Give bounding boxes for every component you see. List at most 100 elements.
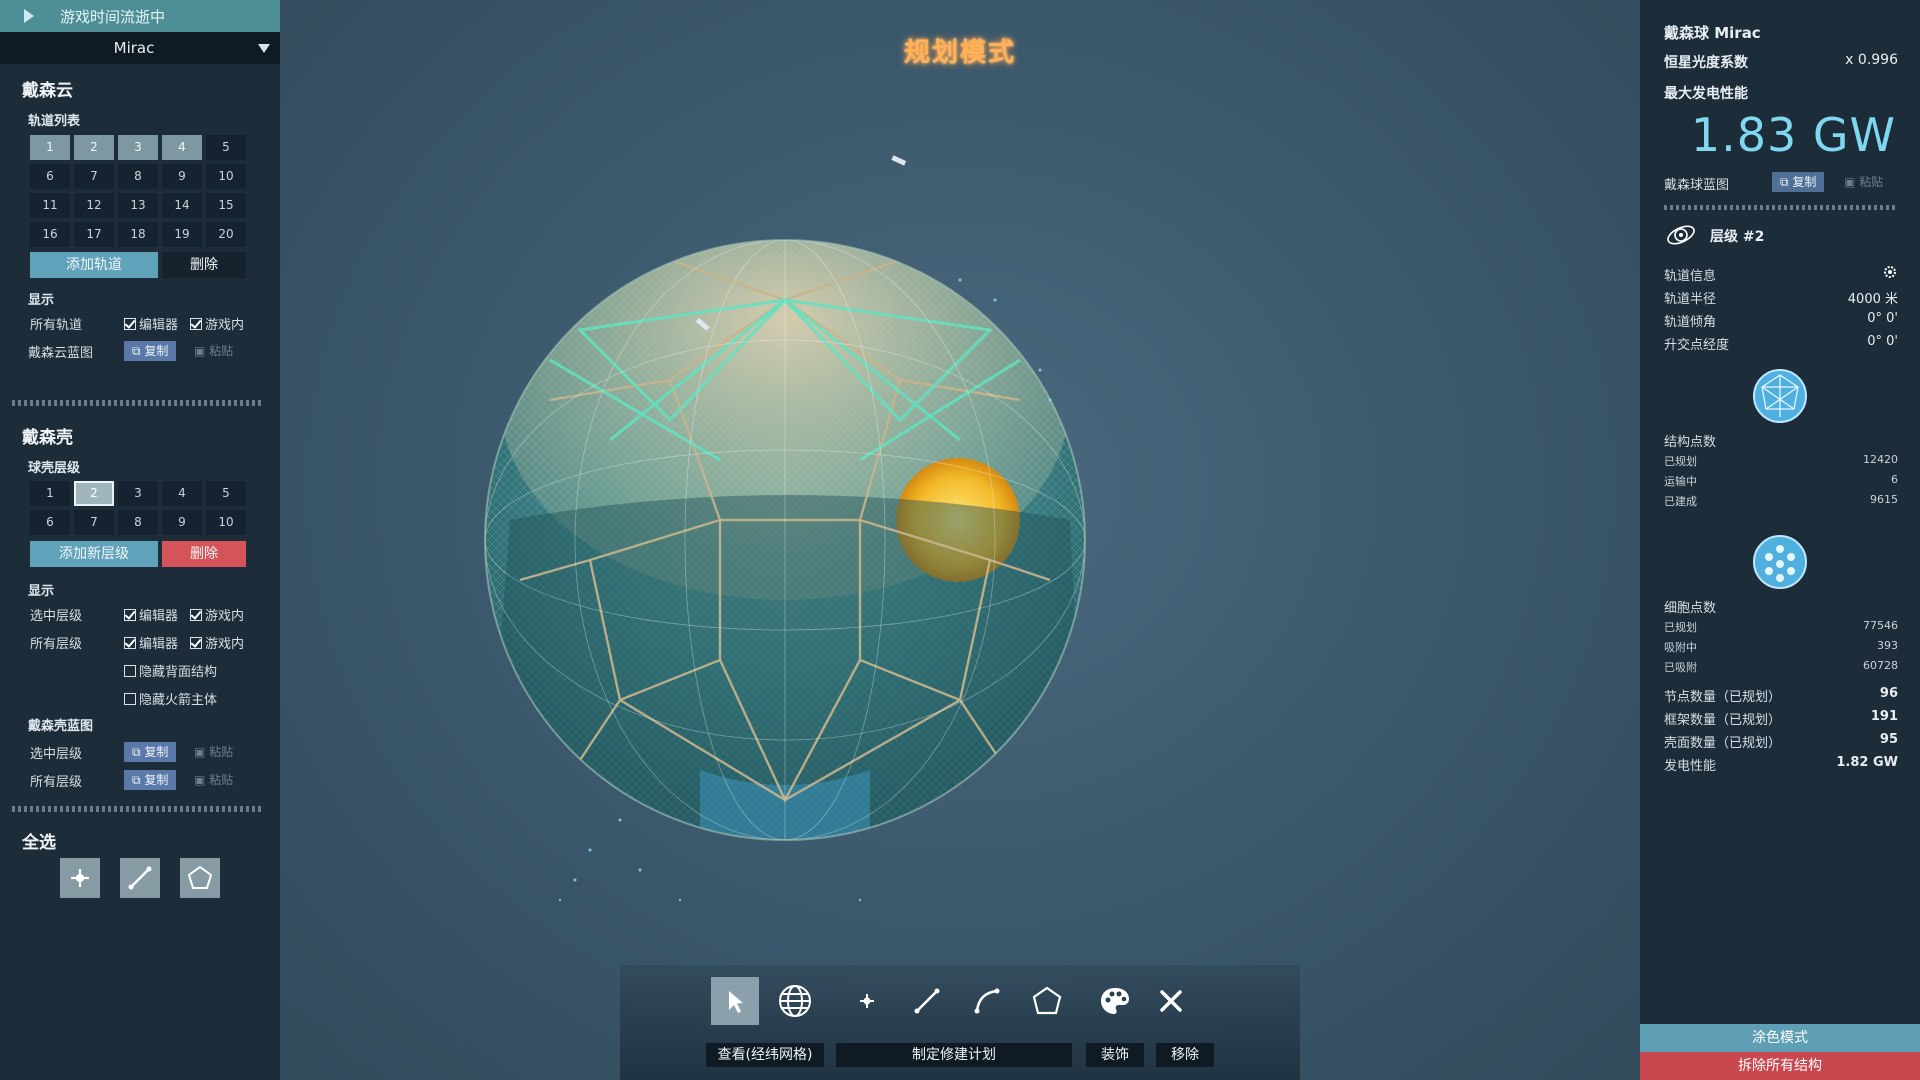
layer-title: 层级 #2	[1710, 229, 1765, 245]
orbit-cell[interactable]: 18	[118, 222, 158, 247]
orbit-cell[interactable]: 6	[30, 164, 70, 189]
remove-label[interactable]: 移除	[1156, 1043, 1214, 1067]
orbit-cell[interactable]: 16	[30, 222, 70, 247]
select-all-frames-button[interactable]	[120, 858, 160, 898]
orbit-cell[interactable]: 3	[118, 135, 158, 160]
orbit-cell[interactable]: 9	[162, 164, 202, 189]
play-icon	[24, 9, 34, 23]
orbit-cell[interactable]: 14	[162, 193, 202, 218]
all-orbits-editor-checkbox[interactable]: 编辑器	[124, 314, 178, 333]
dyson-sphere-viewport[interactable]	[280, 0, 1640, 1080]
add-orbit-button[interactable]: 添加轨道	[30, 252, 158, 278]
delete-layer-button[interactable]: 删除	[162, 541, 246, 567]
cloud-blueprint-copy-button[interactable]: ⧉ 复制	[124, 341, 177, 361]
selected-layer-ingame-checkbox[interactable]: 游戏内	[190, 605, 244, 624]
orbit-cell[interactable]: 1	[30, 135, 70, 160]
luminosity-label: 恒星光度系数	[1664, 55, 1748, 71]
demolish-all-button[interactable]: 拆除所有结构	[1640, 1052, 1920, 1080]
time-status-bar[interactable]: 游戏时间流逝中	[0, 0, 280, 32]
bp-selected-copy-button[interactable]: ⧉ 复制	[124, 742, 177, 762]
frames-count-label: 框架数量（已规划）	[1664, 713, 1782, 728]
hide-back-checkbox[interactable]: 隐藏背面结构	[124, 661, 217, 680]
structure-sphere-icon	[1751, 367, 1809, 425]
orbit-cell[interactable]: 8	[118, 164, 158, 189]
orbit-cell[interactable]: 12	[74, 193, 114, 218]
shell-blueprint-label: 戴森壳蓝图	[28, 719, 94, 734]
decorate-label[interactable]: 装饰	[1086, 1043, 1144, 1067]
draw-frame-button[interactable]	[903, 977, 951, 1025]
select-all-title: 全选	[22, 833, 56, 853]
checkbox-checked-icon	[190, 318, 202, 330]
layer-cell[interactable]: 8	[118, 510, 158, 535]
paint-mode-button[interactable]: 涂色模式	[1640, 1024, 1920, 1052]
orbit-info-label: 轨道信息	[1664, 269, 1717, 284]
layer-cell[interactable]: 4	[162, 481, 202, 506]
select-all-nodes-button[interactable]	[60, 858, 100, 898]
layer-cell[interactable]: 6	[30, 510, 70, 535]
orbit-cell[interactable]: 10	[206, 164, 246, 189]
orbit-cell[interactable]: 5	[206, 135, 246, 160]
checkbox-checked-icon	[190, 637, 202, 649]
orbit-cell[interactable]: 15	[206, 193, 246, 218]
layer-cell-selected[interactable]: 2	[74, 481, 114, 506]
layer-cell[interactable]: 3	[118, 481, 158, 506]
layer-cell[interactable]: 7	[74, 510, 114, 535]
sphere-blueprint-copy-button[interactable]: ⧉ 复制	[1772, 172, 1825, 192]
all-layers-editor-checkbox[interactable]: 编辑器	[124, 633, 178, 652]
bp-all-paste-button[interactable]: ▣ 粘贴	[194, 770, 233, 790]
orbit-inclination-label: 轨道倾角	[1664, 315, 1717, 330]
orbit-cell[interactable]: 4	[162, 135, 202, 160]
draw-shell-button[interactable]	[1023, 977, 1071, 1025]
all-layers-ingame-checkbox[interactable]: 游戏内	[190, 633, 244, 652]
orbit-cell[interactable]: 2	[74, 135, 114, 160]
layer-cell[interactable]: 1	[30, 481, 70, 506]
star-selector[interactable]: Mirac	[0, 32, 280, 64]
cloud-blueprint-paste-button[interactable]: ▣ 粘贴	[194, 341, 233, 361]
draw-curved-frame-button[interactable]	[963, 977, 1011, 1025]
cell-absorbing-value: 393	[1877, 639, 1898, 652]
orbit-cell[interactable]: 20	[206, 222, 246, 247]
draw-shell-icon	[187, 865, 213, 889]
hide-rocket-checkbox[interactable]: 隐藏火箭主体	[124, 689, 217, 708]
move-node-icon	[71, 869, 89, 887]
add-layer-button[interactable]: 添加新层级	[30, 541, 158, 567]
remove-button[interactable]	[1147, 977, 1195, 1025]
sphere-blueprint-paste-button[interactable]: ▣ 粘贴	[1844, 172, 1883, 192]
structure-planned-label: 已规划	[1664, 455, 1697, 468]
orbit-cell[interactable]: 19	[162, 222, 202, 247]
orbit-cell[interactable]: 11	[30, 193, 70, 218]
layer-cell[interactable]: 5	[206, 481, 246, 506]
cell-planned-label: 已规划	[1664, 621, 1697, 634]
orbit-cell[interactable]: 13	[118, 193, 158, 218]
shells-count-value: 95	[1879, 732, 1898, 747]
layer-cell[interactable]: 9	[162, 510, 202, 535]
star-selector-value: Mirac	[113, 39, 155, 57]
grid-view-button[interactable]	[771, 977, 819, 1025]
all-orbits-ingame-checkbox[interactable]: 游戏内	[190, 314, 244, 333]
layer-cell[interactable]: 10	[206, 510, 246, 535]
decorate-button[interactable]	[1091, 977, 1139, 1025]
left-panel: 游戏时间流逝中 Mirac 戴森云 轨道列表 1 2 3 4 5 6 7 8 9…	[0, 0, 280, 1080]
selected-layer-editor-checkbox[interactable]: 编辑器	[124, 605, 178, 624]
right-panel: 戴森球 Mirac 恒星光度系数 x 0.996 最大发电性能 1.83 GW …	[1640, 0, 1920, 1080]
chevron-down-icon	[258, 44, 270, 53]
selected-layer-label: 选中层级	[30, 609, 83, 624]
dyson-shell-title: 戴森壳	[22, 428, 73, 448]
view-mode-label[interactable]: 查看(经纬网格)	[706, 1043, 824, 1067]
orbit-list-label: 轨道列表	[28, 114, 81, 129]
layer-orbit-icon	[1664, 218, 1698, 252]
delete-orbit-button[interactable]: 删除	[162, 252, 246, 278]
orbit-cell[interactable]: 17	[74, 222, 114, 247]
gear-icon[interactable]	[1882, 264, 1898, 280]
place-node-button[interactable]	[843, 977, 891, 1025]
power-output-value: 1.82 GW	[1836, 755, 1898, 770]
bp-selected-paste-button[interactable]: ▣ 粘贴	[194, 742, 233, 762]
plan-mode-label[interactable]: 制定修建计划	[836, 1043, 1072, 1067]
checkbox-empty-icon	[124, 665, 136, 677]
orbit-cell[interactable]: 7	[74, 164, 114, 189]
orbit-radius-value: 4000 米	[1847, 292, 1898, 307]
select-tool-button[interactable]	[711, 977, 759, 1025]
nodes-count-value: 96	[1879, 686, 1898, 701]
bp-all-copy-button[interactable]: ⧉ 复制	[124, 770, 177, 790]
select-all-shells-button[interactable]	[180, 858, 220, 898]
